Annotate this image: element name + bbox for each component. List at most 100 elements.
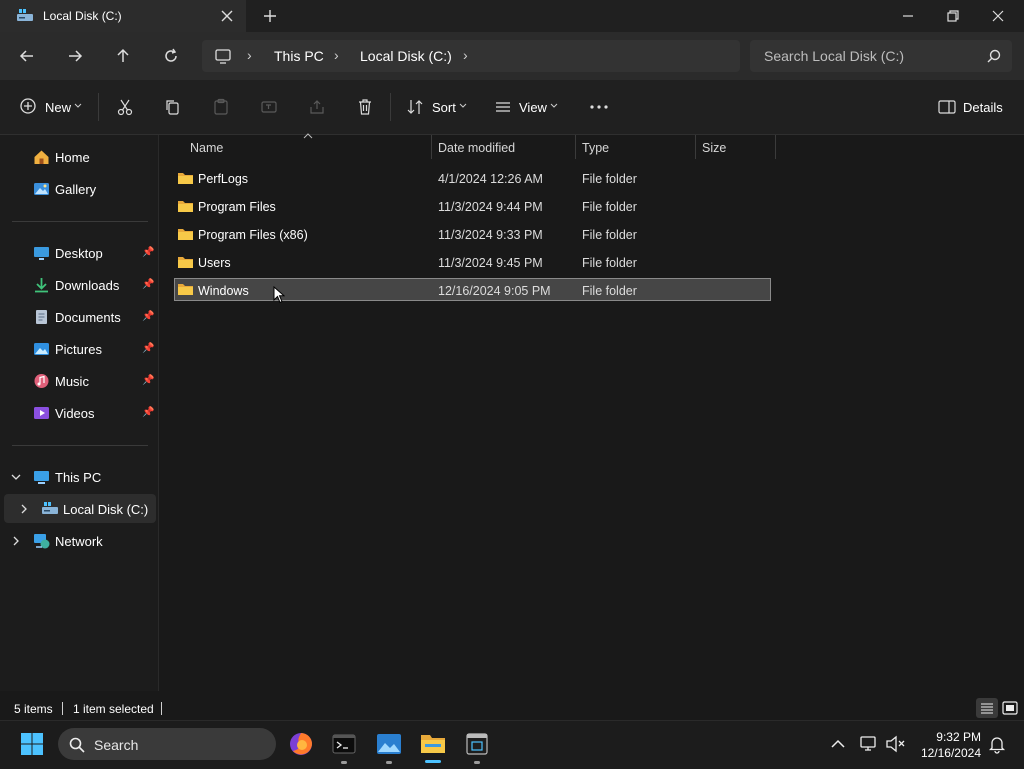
column-header-name[interactable]: Name	[190, 141, 223, 155]
clock-date[interactable]: 12/16/2024	[905, 746, 981, 760]
file-date: 12/16/2024 9:05 PM	[438, 284, 551, 298]
chevron-right-icon[interactable]	[10, 535, 22, 547]
sidebar-item-this-pc[interactable]: This PC	[55, 470, 101, 485]
restore-button[interactable]	[943, 6, 963, 26]
sidebar-item-local-disk[interactable]: Local Disk (C:)	[63, 502, 148, 517]
column-divider[interactable]	[775, 135, 776, 159]
photos-icon[interactable]	[376, 732, 402, 756]
volume-muted-icon[interactable]	[885, 734, 907, 754]
sidebar-item-downloads[interactable]: Downloads	[55, 278, 119, 293]
command-separator	[390, 93, 391, 121]
close-tab-button[interactable]	[219, 7, 235, 25]
close-window-button[interactable]	[988, 6, 1008, 26]
running-indicator	[341, 761, 347, 764]
sidebar-item-gallery[interactable]: Gallery	[55, 182, 96, 197]
network-status-icon[interactable]	[859, 734, 879, 754]
file-name[interactable]: Program Files	[198, 200, 276, 214]
status-divider	[62, 702, 63, 715]
clock-time[interactable]: 9:32 PM	[905, 730, 981, 744]
drive-icon	[16, 8, 34, 24]
chevron-down-icon[interactable]	[10, 471, 22, 483]
forward-button[interactable]	[65, 46, 85, 66]
tab-local-disk[interactable]	[0, 0, 246, 32]
downloads-icon	[33, 277, 50, 293]
sidebar-item-documents[interactable]: Documents	[55, 310, 121, 325]
pin-icon: 📌	[142, 311, 155, 322]
file-name[interactable]: Program Files (x86)	[198, 228, 308, 242]
details-pane-icon[interactable]	[938, 99, 956, 115]
file-type: File folder	[582, 172, 637, 186]
new-button[interactable]	[19, 97, 37, 115]
sidebar-item-desktop[interactable]: Desktop	[55, 246, 103, 261]
large-icons-view-button[interactable]	[1000, 698, 1020, 718]
share-icon[interactable]	[308, 98, 326, 116]
breadcrumb-separator[interactable]: ›	[463, 47, 468, 63]
view-icon[interactable]	[494, 98, 512, 116]
sidebar-item-music[interactable]: Music	[55, 374, 89, 389]
delete-icon[interactable]	[356, 98, 374, 116]
start-icon[interactable]	[20, 732, 44, 756]
command-bar	[0, 80, 1024, 135]
column-divider[interactable]	[575, 135, 576, 159]
file-name[interactable]: Users	[198, 256, 231, 270]
app-window-icon[interactable]	[465, 732, 489, 756]
videos-icon	[33, 405, 50, 421]
computer-icon	[213, 46, 233, 66]
rename-icon[interactable]	[260, 98, 278, 116]
details-label[interactable]: Details	[963, 100, 1003, 115]
new-tab-button[interactable]	[262, 7, 278, 25]
chevron-down-icon	[74, 103, 82, 109]
chevron-up-icon[interactable]	[829, 735, 847, 753]
sidebar-item-home[interactable]: Home	[55, 150, 90, 165]
pin-icon: 📌	[142, 343, 155, 354]
pin-icon: 📌	[142, 375, 155, 386]
mouse-cursor-icon	[273, 286, 285, 304]
firefox-icon[interactable]	[289, 732, 313, 756]
column-header-size[interactable]: Size	[702, 141, 726, 155]
column-header-date-modified[interactable]: Date modified	[438, 141, 515, 155]
paste-icon[interactable]	[212, 98, 230, 116]
sort-label[interactable]: Sort	[432, 100, 456, 115]
taskbar-search-label: Search	[94, 737, 139, 753]
terminal-icon[interactable]	[332, 732, 356, 756]
file-explorer-icon[interactable]	[420, 732, 446, 756]
search-icon	[68, 736, 86, 754]
column-divider[interactable]	[695, 135, 696, 159]
minimize-button[interactable]	[898, 6, 918, 26]
taskbar-search-box[interactable]	[58, 728, 276, 760]
column-divider[interactable]	[431, 135, 432, 159]
sidebar-item-network[interactable]: Network	[55, 534, 103, 549]
breadcrumb-separator[interactable]: ›	[247, 47, 252, 63]
file-type: File folder	[582, 228, 637, 242]
computer-icon	[33, 469, 50, 485]
file-type: File folder	[582, 256, 637, 270]
file-type: File folder	[582, 284, 637, 298]
chevron-down-icon	[550, 103, 558, 109]
copy-icon[interactable]	[163, 98, 181, 116]
up-button[interactable]	[113, 46, 133, 66]
details-view-button[interactable]	[976, 698, 998, 718]
cut-icon[interactable]	[116, 98, 134, 116]
tab-title: Local Disk (C:)	[43, 9, 122, 23]
sidebar-item-videos[interactable]: Videos	[55, 406, 95, 421]
breadcrumb-local-disk[interactable]: Local Disk (C:)	[360, 48, 452, 64]
file-name[interactable]: Windows	[198, 284, 249, 298]
pin-icon: 📌	[142, 247, 155, 258]
drive-icon	[41, 501, 59, 517]
breadcrumb-this-pc[interactable]: This PC	[274, 48, 324, 64]
view-label[interactable]: View	[519, 100, 547, 115]
chevron-right-icon[interactable]	[18, 503, 30, 515]
new-label[interactable]: New	[45, 100, 71, 115]
back-button[interactable]	[17, 46, 37, 66]
notification-bell-icon[interactable]	[987, 734, 1007, 754]
breadcrumb-separator[interactable]: ›	[334, 47, 339, 63]
sidebar-separator	[12, 221, 148, 222]
running-indicator	[474, 761, 480, 764]
file-name[interactable]: PerfLogs	[198, 172, 248, 186]
sidebar-separator	[12, 445, 148, 446]
sidebar-item-pictures[interactable]: Pictures	[55, 342, 102, 357]
more-options-icon[interactable]	[589, 98, 609, 116]
column-header-type[interactable]: Type	[582, 141, 609, 155]
refresh-button[interactable]	[161, 46, 181, 66]
sort-icon[interactable]	[406, 98, 424, 116]
